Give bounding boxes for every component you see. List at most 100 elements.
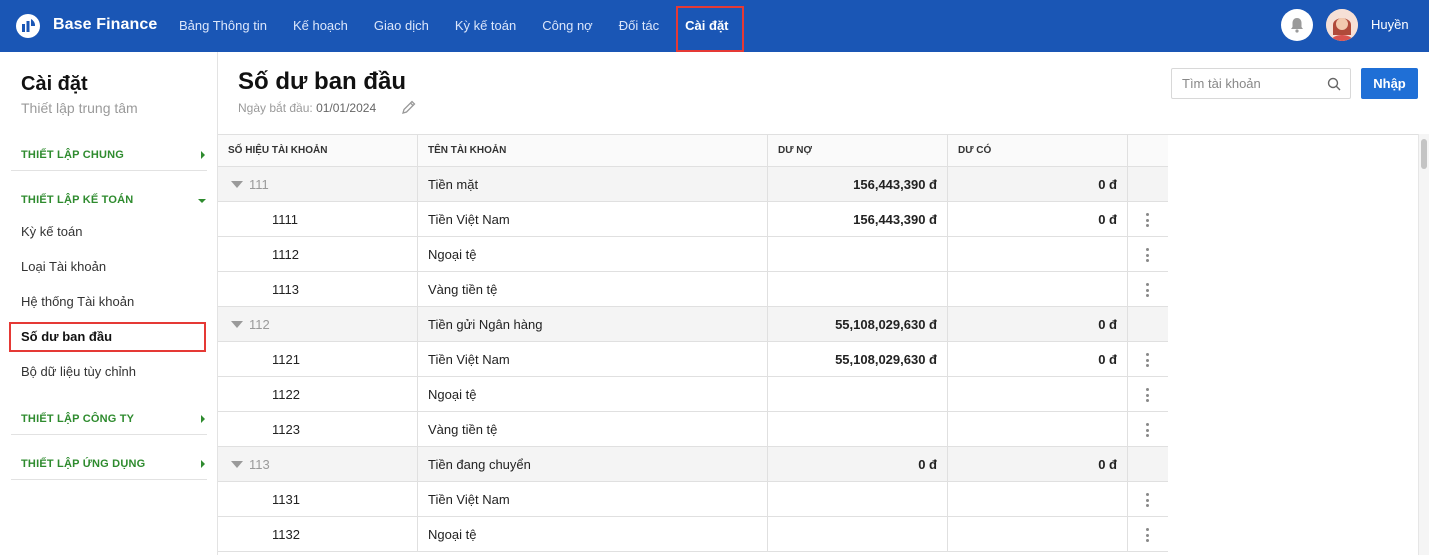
start-date-value: 01/01/2024 xyxy=(316,101,377,115)
account-code-cell: 1132 xyxy=(218,517,418,552)
account-code-cell: 1131 xyxy=(218,482,418,517)
credit-balance: 0 đ xyxy=(948,307,1128,342)
kebab-menu-icon[interactable] xyxy=(1146,283,1149,297)
start-date-label: Ngày bắt đầu: xyxy=(238,101,313,115)
table-row[interactable]: 1123 Vàng tiền tệ xyxy=(218,412,1168,447)
sidebar-item-chart-of-accounts[interactable]: Hệ thống Tài khoản xyxy=(21,294,134,309)
sidebar-section-application[interactable]: THIẾT LẬP ỨNG DỤNG xyxy=(11,450,207,480)
table-row[interactable]: 1122 Ngoại tệ xyxy=(218,377,1168,412)
scrollbar-thumb[interactable] xyxy=(1421,139,1427,169)
nav-item-transactions[interactable]: Giao dịch xyxy=(361,0,442,52)
account-code: 1122 xyxy=(272,387,300,402)
account-name: Tiền Việt Nam xyxy=(418,202,768,237)
credit-balance: 0 đ xyxy=(948,447,1128,482)
account-code-cell: 1121 xyxy=(218,342,418,377)
debit-balance[interactable] xyxy=(768,482,948,517)
account-code: 113 xyxy=(249,457,270,472)
kebab-menu-icon[interactable] xyxy=(1146,353,1149,367)
table-row[interactable]: 1121 Tiền Việt Nam 55,108,029,630 đ0 đ xyxy=(218,342,1168,377)
credit-balance[interactable] xyxy=(948,272,1128,307)
kebab-menu-icon[interactable] xyxy=(1146,493,1149,507)
credit-balance[interactable] xyxy=(948,237,1128,272)
kebab-menu-icon[interactable] xyxy=(1146,423,1149,437)
sidebar-item-account-types[interactable]: Loại Tài khoản xyxy=(21,259,106,274)
column-header-account-name[interactable]: TÊN TÀI KHOẢN xyxy=(418,135,768,167)
table-row[interactable]: 1112 Ngoại tệ xyxy=(218,237,1168,272)
debit-balance[interactable] xyxy=(768,412,948,447)
table-group-row[interactable]: 113 Tiền đang chuyển 0 đ0 đ xyxy=(218,447,1168,482)
caret-down-icon[interactable] xyxy=(231,321,243,328)
table-row[interactable]: 1131 Tiền Việt Nam xyxy=(218,482,1168,517)
kebab-menu-icon[interactable] xyxy=(1146,528,1149,542)
credit-balance[interactable] xyxy=(948,482,1128,517)
column-header-debit[interactable]: DƯ NỢ xyxy=(768,135,948,167)
credit-balance[interactable]: 0 đ xyxy=(948,342,1128,377)
sidebar-section-label: THIẾT LẬP CÔNG TY xyxy=(21,413,135,425)
nav-item-partners[interactable]: Đối tác xyxy=(606,0,672,52)
account-code: 1132 xyxy=(272,527,300,542)
account-name: Ngoại tệ xyxy=(418,237,768,272)
pencil-icon[interactable] xyxy=(401,99,417,115)
account-code: 1113 xyxy=(272,282,299,297)
column-header-credit[interactable]: DƯ CÓ xyxy=(948,135,1128,167)
account-code-cell: 1112 xyxy=(218,237,418,272)
credit-balance[interactable] xyxy=(948,517,1128,552)
nav-item-dashboard[interactable]: Bảng Thông tin xyxy=(166,0,280,52)
kebab-menu-icon[interactable] xyxy=(1146,248,1149,262)
avatar[interactable] xyxy=(1326,9,1358,41)
debit-balance[interactable] xyxy=(768,272,948,307)
user-name[interactable]: Huyền xyxy=(1371,17,1409,32)
kebab-menu-icon[interactable] xyxy=(1146,213,1149,227)
search-icon[interactable] xyxy=(1327,77,1341,91)
debit-balance[interactable] xyxy=(768,377,948,412)
nav-item-debts[interactable]: Công nợ xyxy=(529,0,605,52)
credit-balance[interactable] xyxy=(948,377,1128,412)
caret-down-icon[interactable] xyxy=(231,461,243,468)
row-actions-cell xyxy=(1128,377,1168,412)
row-actions-cell xyxy=(1128,342,1168,377)
sidebar-section-company[interactable]: THIẾT LẬP CÔNG TY xyxy=(11,405,207,435)
debit-balance[interactable] xyxy=(768,237,948,272)
credit-balance[interactable]: 0 đ xyxy=(948,202,1128,237)
table-group-row[interactable]: 111 Tiền mặt 156,443,390 đ0 đ xyxy=(218,167,1168,202)
chevron-down-icon xyxy=(198,199,206,203)
nav-item-accounting-periods[interactable]: Kỳ kế toán xyxy=(442,0,529,52)
nav-item-plans[interactable]: Kế hoạch xyxy=(280,0,361,52)
row-actions-cell xyxy=(1128,167,1168,202)
debit-balance[interactable]: 156,443,390 đ xyxy=(768,202,948,237)
account-code-cell: 1123 xyxy=(218,412,418,447)
row-actions-cell xyxy=(1128,237,1168,272)
account-code: 1131 xyxy=(272,492,300,507)
row-actions-cell xyxy=(1128,412,1168,447)
search-input[interactable] xyxy=(1182,76,1327,91)
sidebar-section-general[interactable]: THIẾT LẬP CHUNG xyxy=(11,141,207,171)
app-brand[interactable]: Base Finance xyxy=(53,16,157,34)
import-button[interactable]: Nhập xyxy=(1361,68,1418,99)
account-search[interactable] xyxy=(1171,68,1351,99)
sidebar-section-accounting[interactable]: THIẾT LẬP KẾ TOÁN xyxy=(11,186,207,216)
kebab-menu-icon[interactable] xyxy=(1146,388,1149,402)
table-row[interactable]: 1132 Ngoại tệ xyxy=(218,517,1168,552)
sidebar-item-custom-datasets[interactable]: Bộ dữ liệu tùy chỉnh xyxy=(21,364,136,379)
debit-balance[interactable]: 55,108,029,630 đ xyxy=(768,342,948,377)
row-actions-cell xyxy=(1128,517,1168,552)
caret-down-icon[interactable] xyxy=(231,181,243,188)
table-row[interactable]: 1111 Tiền Việt Nam 156,443,390 đ0 đ xyxy=(218,202,1168,237)
debit-balance[interactable] xyxy=(768,517,948,552)
row-actions-cell xyxy=(1128,447,1168,482)
table-row[interactable]: 1113 Vàng tiền tệ xyxy=(218,272,1168,307)
column-header-account-code[interactable]: SỐ HIỆU TÀI KHOẢN xyxy=(218,135,418,167)
table-group-row[interactable]: 112 Tiền gửi Ngân hàng 55,108,029,630 đ0 đ xyxy=(218,307,1168,342)
account-code: 111 xyxy=(249,177,269,192)
credit-balance: 0 đ xyxy=(948,167,1128,202)
vertical-scrollbar[interactable] xyxy=(1418,134,1429,555)
sidebar-item-accounting-periods[interactable]: Kỳ kế toán xyxy=(21,224,82,239)
bell-icon[interactable] xyxy=(1281,9,1313,41)
chart-logo-icon[interactable] xyxy=(16,14,40,38)
column-header-actions xyxy=(1128,135,1168,167)
nav-item-settings[interactable]: Cài đặt xyxy=(672,0,744,52)
account-code: 112 xyxy=(249,317,270,332)
chevron-right-icon xyxy=(201,415,205,423)
account-code: 1121 xyxy=(272,352,300,367)
credit-balance[interactable] xyxy=(948,412,1128,447)
